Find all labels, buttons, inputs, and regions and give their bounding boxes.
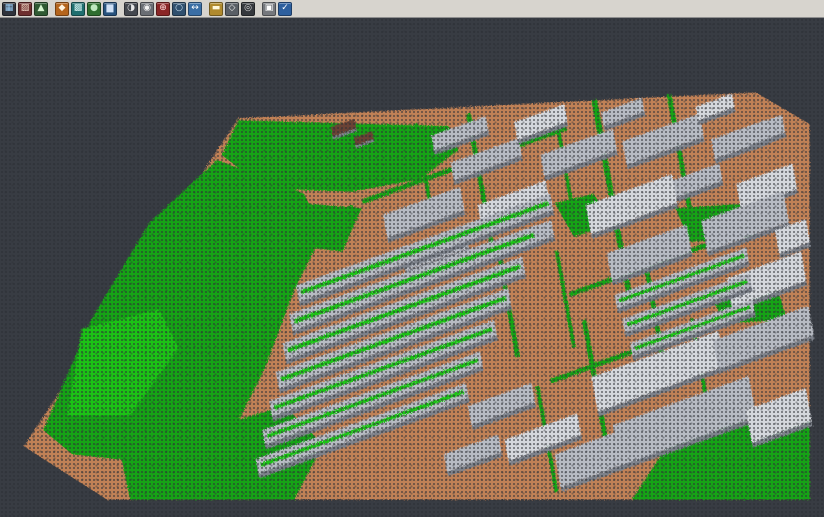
display-options-icon[interactable]: ▦ [2,2,16,16]
application-window: ▦▨▲ ◆▩●▆ ◑◉⊕○↔ ▬◇◎ ▣✓ [0,0,824,517]
zoom-icon[interactable]: ○ [172,2,186,16]
settings-gear-icon[interactable]: ◉ [140,2,154,16]
histogram-icon[interactable]: ▆ [103,2,117,16]
info-icon[interactable]: ✓ [278,2,292,16]
cube-view-icon[interactable]: ◇ [225,2,239,16]
toolbar: ▦▨▲ ◆▩●▆ ◑◉⊕○↔ ▬◇◎ ▣✓ [0,0,824,18]
crosshair-icon[interactable]: ⊕ [156,2,170,16]
measure-icon[interactable]: ▬ [209,2,223,16]
toolbar-group: ▦▨▲ [2,2,48,16]
toolbar-group: ▣✓ [262,2,292,16]
viewport-3d[interactable] [0,18,824,517]
toolbar-group: ▬◇◎ [209,2,255,16]
camera-icon[interactable]: ◎ [241,2,255,16]
layers-icon[interactable]: ▩ [71,2,85,16]
point-cloud-scene [0,18,824,517]
contrast-icon[interactable]: ◑ [124,2,138,16]
photo-texture-icon[interactable]: ▨ [18,2,32,16]
toolbar-group: ◑◉⊕○↔ [124,2,202,16]
print-icon[interactable]: ▣ [262,2,276,16]
expand-view-icon[interactable]: ↔ [188,2,202,16]
palette-icon[interactable]: ◆ [55,2,69,16]
globe-icon[interactable]: ● [87,2,101,16]
toolbar-group: ◆▩●▆ [55,2,117,16]
terrain-mesh-icon[interactable]: ▲ [34,2,48,16]
